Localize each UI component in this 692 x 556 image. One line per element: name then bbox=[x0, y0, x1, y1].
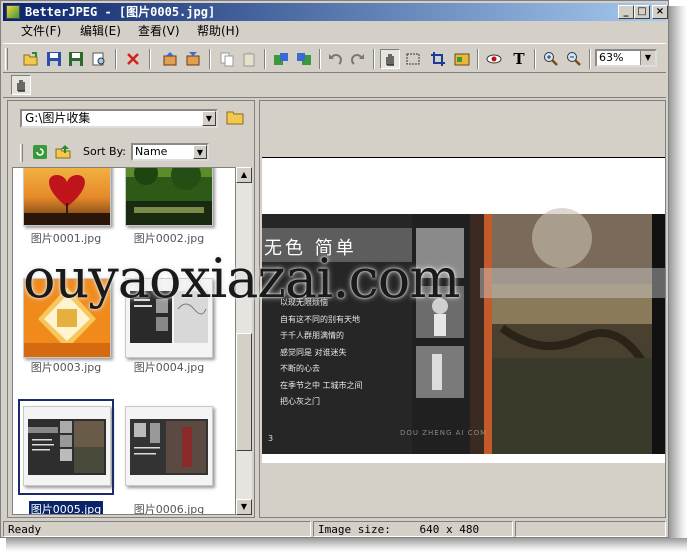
sort-value: Name bbox=[135, 145, 168, 158]
thumbnail-scrollbar[interactable]: ▲ ▼ bbox=[236, 167, 252, 515]
undo-icon[interactable] bbox=[325, 49, 345, 69]
preview-line: 于千人群朋满情的 bbox=[280, 331, 344, 340]
thumbnail-1-caption[interactable]: 图片0001.jpg bbox=[16, 230, 116, 246]
close-button[interactable]: × bbox=[652, 5, 668, 19]
rotate-left-icon[interactable] bbox=[271, 49, 291, 69]
thumbnail-4-caption[interactable]: 图片0004.jpg bbox=[119, 359, 219, 375]
window-shadow-bottom bbox=[6, 538, 687, 552]
chevron-down-icon[interactable]: ▼ bbox=[202, 111, 216, 126]
preview-line: 在季节之中 工城市之间 bbox=[280, 380, 363, 390]
hand-tool-icon[interactable] bbox=[380, 49, 400, 69]
minimize-button[interactable]: _ bbox=[618, 5, 634, 19]
thumbnail-1[interactable] bbox=[23, 168, 111, 226]
chevron-down-icon[interactable]: ▼ bbox=[193, 145, 207, 159]
scroll-up-icon[interactable]: ▲ bbox=[236, 167, 252, 183]
refresh-icon[interactable] bbox=[30, 142, 50, 162]
status-ready: Ready bbox=[3, 521, 311, 537]
zoom-in-icon[interactable] bbox=[541, 49, 561, 69]
toolbar-separator bbox=[589, 49, 591, 69]
text-icon[interactable]: T bbox=[509, 49, 529, 69]
next-file-icon[interactable] bbox=[183, 49, 203, 69]
preview-line: 感觉同是 对谁迷失 bbox=[280, 347, 347, 357]
toolbar-separator bbox=[264, 49, 266, 69]
selection-frame bbox=[18, 399, 114, 495]
paste-icon[interactable] bbox=[239, 49, 259, 69]
menu-file[interactable]: 文件(F) bbox=[21, 22, 61, 41]
save-as-icon[interactable] bbox=[66, 49, 86, 69]
chevron-down-icon[interactable]: ▼ bbox=[640, 51, 655, 65]
adjust-icon[interactable] bbox=[452, 49, 472, 69]
preview-line: 自有这不同的别有天地 bbox=[280, 314, 360, 324]
thumbnail-6[interactable] bbox=[125, 406, 213, 486]
preview-brand: DOU ZHENG AI COM bbox=[400, 429, 488, 437]
watermark-text: ouyaoxiazai.com bbox=[23, 247, 460, 310]
preview-lines: 以现无限烦恼 自有这不同的别有天地 于千人群朋满情的 感觉同是 对谁迷失 不断的… bbox=[280, 295, 410, 411]
main-toolbar: T bbox=[3, 43, 666, 73]
copy-icon[interactable] bbox=[217, 49, 237, 69]
app-window: BetterJPEG - [图片0005.jpg] _ □ × 文件(F) 编辑… bbox=[0, 0, 669, 538]
rotate-right-icon[interactable] bbox=[294, 49, 314, 69]
toolbar-separator bbox=[319, 49, 321, 69]
sort-by-label: Sort By: bbox=[83, 145, 127, 158]
menu-edit[interactable]: 编辑(E) bbox=[80, 22, 121, 41]
window-title: BetterJPEG - [图片0005.jpg] bbox=[25, 5, 216, 19]
menu-view[interactable]: 查看(V) bbox=[138, 22, 180, 41]
secondary-toolbar bbox=[3, 74, 666, 98]
thumbnail-5-caption[interactable]: 图片0005.jpg bbox=[29, 501, 103, 514]
save-icon[interactable] bbox=[44, 49, 64, 69]
status-bar: Ready Image size: 640 x 480 bbox=[3, 521, 666, 537]
hand-tool-icon[interactable] bbox=[11, 75, 31, 95]
sort-select[interactable]: Name ▼ bbox=[131, 143, 209, 161]
prev-file-icon[interactable] bbox=[160, 49, 180, 69]
app-icon bbox=[6, 5, 20, 19]
thumbnail-grid: 图片0001.jpg 图片0002.jpg 图片0003.jpg 图片0004.… bbox=[12, 167, 236, 515]
folder-path-value: G:\图片收集 bbox=[25, 111, 91, 125]
print-preview-icon[interactable] bbox=[89, 49, 109, 69]
image-size-value: 640 x 480 bbox=[419, 523, 480, 536]
window-shadow-right bbox=[669, 6, 687, 546]
toolbar-separator bbox=[477, 49, 479, 69]
preview-page-number: 3 bbox=[268, 434, 274, 443]
toolbar-separator bbox=[149, 49, 151, 69]
preview-line: 把心灰之门 bbox=[280, 397, 320, 406]
sort-toolbar: Sort By: Name ▼ bbox=[20, 141, 248, 163]
delete-icon[interactable] bbox=[123, 49, 143, 69]
crop-icon[interactable] bbox=[428, 49, 448, 69]
zoom-select[interactable]: 63% ▼ bbox=[595, 49, 657, 67]
select-rect-icon[interactable] bbox=[403, 49, 423, 69]
zoom-value: 63% bbox=[599, 51, 624, 64]
scroll-thumb[interactable] bbox=[236, 333, 252, 451]
browse-folder-icon[interactable] bbox=[224, 109, 246, 129]
up-folder-icon[interactable] bbox=[53, 142, 73, 162]
toolbar-separator bbox=[209, 49, 211, 69]
thumbnail-6-caption[interactable]: 图片0006.jpg bbox=[119, 501, 219, 514]
thumbnail-2[interactable] bbox=[125, 168, 213, 226]
status-image-size: Image size: 640 x 480 bbox=[313, 521, 513, 537]
thumbnail-2-caption[interactable]: 图片0002.jpg bbox=[119, 230, 219, 246]
toolbar-separator bbox=[115, 49, 117, 69]
menu-help[interactable]: 帮助(H) bbox=[197, 22, 239, 41]
image-size-label: Image size: bbox=[318, 523, 391, 536]
zoom-out-icon[interactable] bbox=[564, 49, 584, 69]
thumbnail-3-caption[interactable]: 图片0003.jpg bbox=[16, 359, 116, 375]
redo-icon[interactable] bbox=[348, 49, 368, 69]
open-icon[interactable] bbox=[21, 49, 41, 69]
image-canvas[interactable]: 无色 简单 以现无限烦恼 自有这不同的别有天地 于千人群朋满情的 感觉同是 对谁… bbox=[262, 157, 665, 463]
folder-path-combo[interactable]: G:\图片收集 ▼ bbox=[20, 109, 218, 128]
toolbar-grip bbox=[5, 48, 8, 70]
menu-bar: 文件(F) 编辑(E) 查看(V) 帮助(H) bbox=[3, 22, 666, 41]
maximize-button[interactable]: □ bbox=[634, 5, 650, 19]
toolbar-separator bbox=[534, 49, 536, 69]
status-extra bbox=[515, 521, 666, 537]
title-bar[interactable]: BetterJPEG - [图片0005.jpg] _ □ × bbox=[3, 3, 668, 21]
toolbar-separator bbox=[373, 49, 375, 69]
toolbar-grip bbox=[20, 144, 23, 162]
preview-line: 不断的心去 bbox=[280, 364, 320, 373]
scroll-down-icon[interactable]: ▼ bbox=[236, 499, 252, 515]
red-eye-icon[interactable] bbox=[484, 49, 504, 69]
